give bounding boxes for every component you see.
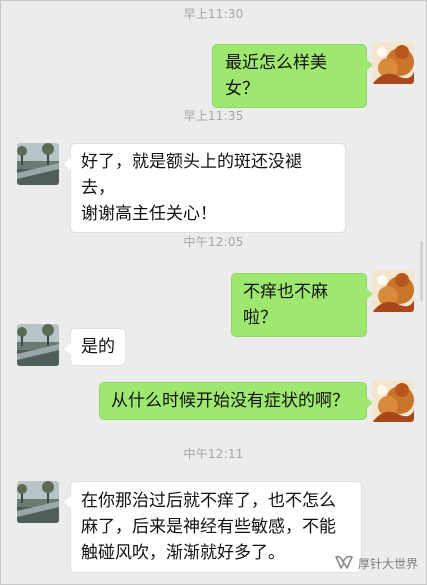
timestamp: 中午12:05 <box>183 235 244 249</box>
message-text-line: 谢谢高主任关心！ <box>81 204 217 224</box>
autumn-leaves-avatar[interactable] <box>372 42 414 84</box>
lakeside-park-avatar[interactable] <box>17 324 59 366</box>
timestamp: 早上11:35 <box>183 109 244 123</box>
message-text-line: 好了，就是额头上的斑还没褪去， <box>81 152 302 198</box>
autumn-leaves-avatar[interactable] <box>372 270 414 312</box>
message-bubble[interactable]: 好了，就是额头上的斑还没褪去， 谢谢高主任关心！ <box>64 143 346 233</box>
wechat-channel-icon <box>334 554 354 573</box>
message-text: 从什么时候开始没有症状的啊？ <box>111 391 349 411</box>
message-bubble[interactable]: 在你那治过后就不痒了，也不怎么 麻了，后来是神经有些敏感，不能 触碰风吹，渐渐就… <box>64 481 362 573</box>
message-text: 是的 <box>81 337 115 357</box>
watermark: 厚针大世界 <box>334 552 418 574</box>
message-text: 不痒也不麻啦？ <box>243 282 328 328</box>
message-text-line: 在你那治过后就不痒了，也不怎么 <box>81 491 336 511</box>
chat-window: 早上11:30 最近怎么样美女？ 早上11:35 好了，就是额头上的斑还没褪去，… <box>0 0 427 585</box>
timestamp: 中午12:11 <box>183 447 244 461</box>
watermark-text: 厚针大世界 <box>357 556 418 571</box>
message-text: 最近怎么样美女？ <box>225 53 327 99</box>
autumn-leaves-avatar[interactable] <box>372 380 414 422</box>
message-bubble[interactable]: 不痒也不麻啦？ <box>231 273 373 337</box>
lakeside-park-avatar[interactable] <box>17 143 59 185</box>
scrollbar[interactable] <box>420 241 423 301</box>
lakeside-park-avatar[interactable] <box>17 481 59 523</box>
message-text-line: 触碰风吹，渐渐就好多了。 <box>81 543 285 563</box>
message-bubble[interactable]: 是的 <box>64 328 126 366</box>
message-text-line: 麻了，后来是神经有些敏感，不能 <box>81 517 336 537</box>
message-bubble[interactable]: 最近怎么样美女？ <box>212 44 373 108</box>
message-bubble[interactable]: 从什么时候开始没有症状的啊？ <box>99 382 373 420</box>
timestamp: 早上11:30 <box>183 7 244 21</box>
